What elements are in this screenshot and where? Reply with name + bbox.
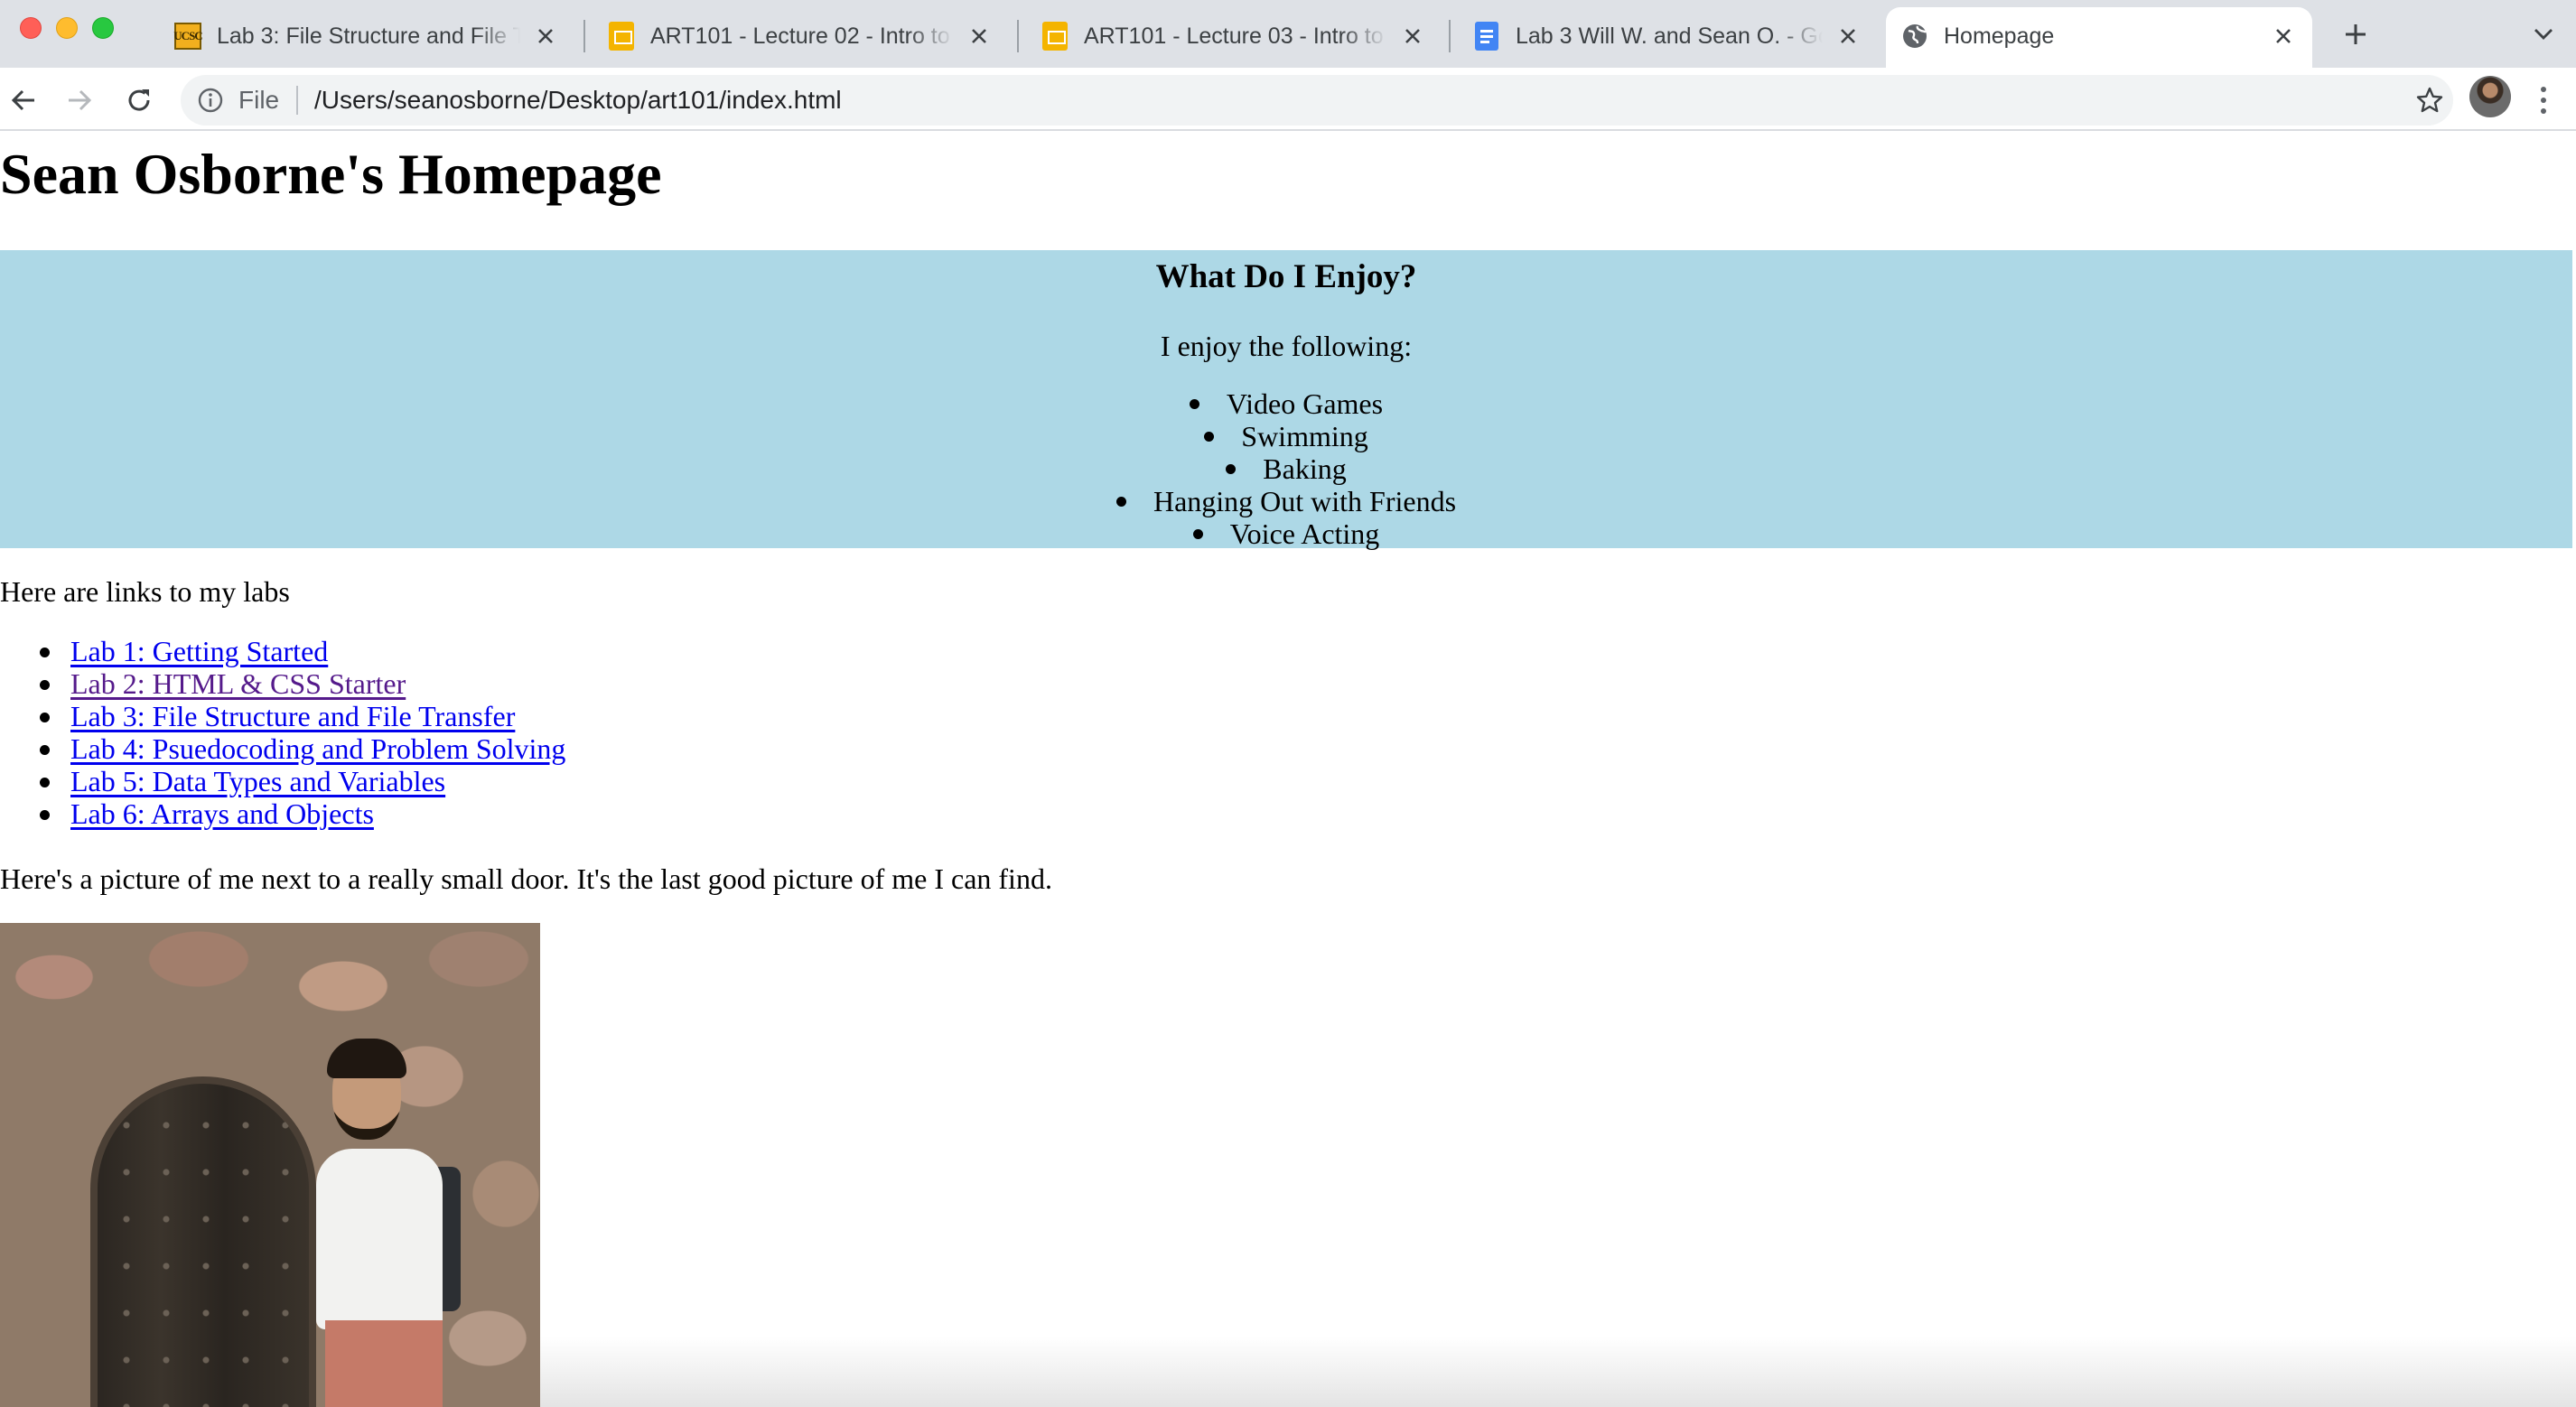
tab-separator: [583, 20, 585, 52]
forward-button[interactable]: [60, 80, 99, 120]
tab-lecture-02[interactable]: ART101 - Lecture 02 - Intro to HTML: [593, 7, 1008, 68]
slides-icon: [607, 22, 636, 51]
info-icon[interactable]: [197, 87, 224, 114]
profile-avatar[interactable]: [2469, 76, 2511, 117]
plus-icon: [2346, 24, 2366, 44]
tab-strip: UCSC Lab 3: File Structure and File Tran…: [0, 0, 2576, 68]
list-item: Lab 2: HTML & CSS Starter: [0, 667, 565, 700]
list-item: Lab 4: Psuedocoding and Problem Solving: [0, 732, 565, 765]
browser-menu-icon[interactable]: [2527, 80, 2560, 120]
list-item: Lab 5: Data Types and Variables: [0, 765, 565, 797]
enjoy-intro: I enjoy the following:: [1160, 330, 1413, 362]
list-item: Swimming: [0, 420, 2572, 452]
tab-separator: [1017, 20, 1019, 52]
labs-list: Lab 1: Getting Started Lab 2: HTML & CSS…: [0, 635, 565, 830]
tab-title: ART101 - Lecture 02 - Intro to HTML: [650, 23, 954, 49]
labs-intro-text: Here are links to my labs: [0, 575, 290, 608]
tab-title: ART101 - Lecture 03 - Intro to CSS: [1084, 23, 1387, 49]
new-tab-button[interactable]: [2338, 16, 2374, 52]
tab-lab3-file-structure[interactable]: UCSC Lab 3: File Structure and File Tran…: [159, 7, 574, 68]
lab-2-link[interactable]: Lab 2: HTML & CSS Starter: [70, 667, 406, 700]
url-scheme: File: [238, 86, 280, 114]
bottom-shadow: [540, 1337, 2576, 1407]
close-window-button[interactable]: [20, 17, 42, 39]
reload-button[interactable]: [119, 80, 159, 120]
close-tab-icon[interactable]: [1835, 23, 1861, 49]
lab-1-link[interactable]: Lab 1: Getting Started: [70, 635, 328, 667]
url-divider: [296, 86, 298, 115]
minimize-window-button[interactable]: [56, 17, 78, 39]
lab-4-link[interactable]: Lab 4: Psuedocoding and Problem Solving: [70, 732, 565, 765]
tab-title: Homepage: [1944, 23, 2055, 49]
list-item: Lab 6: Arrays and Objects: [0, 797, 565, 830]
back-button[interactable]: [4, 80, 43, 120]
tab-homepage[interactable]: Homepage: [1886, 7, 2312, 68]
tab-lecture-03[interactable]: ART101 - Lecture 03 - Intro to CSS: [1026, 7, 1442, 68]
reload-icon: [128, 89, 150, 111]
list-item: Lab 3: File Structure and File Transfer: [0, 700, 565, 732]
close-tab-icon[interactable]: [1400, 23, 1425, 49]
tab-google-doc[interactable]: Lab 3 Will W. and Sean O. - Google Docs: [1458, 7, 1877, 68]
list-item: Voice Acting: [0, 517, 2572, 550]
enjoy-heading: What Do I Enjoy?: [1155, 258, 1417, 295]
list-item: Video Games: [0, 387, 2572, 420]
url-text[interactable]: /Users/seanosborne/Desktop/art101/index.…: [314, 84, 842, 116]
address-bar[interactable]: File /Users/seanosborne/Desktop/art101/i…: [181, 75, 2453, 126]
list-item: Hanging Out with Friends: [0, 485, 2572, 517]
close-tab-icon[interactable]: [966, 23, 992, 49]
close-tab-icon[interactable]: [2271, 23, 2296, 49]
picture-caption: Here's a picture of me next to a really …: [0, 862, 1052, 895]
ucsc-icon: UCSC: [173, 22, 203, 51]
web-page: Sean Osborne's Homepage What Do I Enjoy?…: [0, 133, 2576, 1407]
docs-icon: [1472, 22, 1501, 51]
enjoy-list: Video Games Swimming Baking Hanging Out …: [0, 387, 2572, 550]
tab-title: Lab 3: File Structure and File Transfer: [217, 23, 520, 49]
browser-toolbar: File /Users/seanosborne/Desktop/art101/i…: [0, 68, 2576, 131]
lab-6-link[interactable]: Lab 6: Arrays and Objects: [70, 797, 374, 830]
list-item: Lab 1: Getting Started: [0, 635, 565, 667]
chevron-down-icon: [2534, 29, 2553, 40]
slides-icon: [1041, 22, 1069, 51]
enjoy-section: What Do I Enjoy? I enjoy the following: …: [0, 250, 2572, 550]
arrow-left-icon: [11, 89, 34, 111]
page-title: Sean Osborne's Homepage: [0, 142, 662, 206]
lab-5-link[interactable]: Lab 5: Data Types and Variables: [70, 765, 445, 797]
small-door: [90, 1076, 316, 1407]
arrow-right-icon: [69, 89, 92, 111]
fullscreen-window-button[interactable]: [92, 17, 114, 39]
close-tab-icon[interactable]: [533, 23, 558, 49]
lab-3-link[interactable]: Lab 3: File Structure and File Transfer: [70, 700, 515, 732]
list-item: Baking: [0, 452, 2572, 485]
globe-icon: [1900, 22, 1929, 51]
tab-separator: [1449, 20, 1451, 52]
bookmark-star-icon[interactable]: [2415, 86, 2444, 115]
photo-next-to-small-door: [0, 923, 540, 1407]
tab-search-button[interactable]: [2525, 18, 2562, 51]
tab-title: Lab 3 Will W. and Sean O. - Google Docs: [1516, 23, 1823, 49]
